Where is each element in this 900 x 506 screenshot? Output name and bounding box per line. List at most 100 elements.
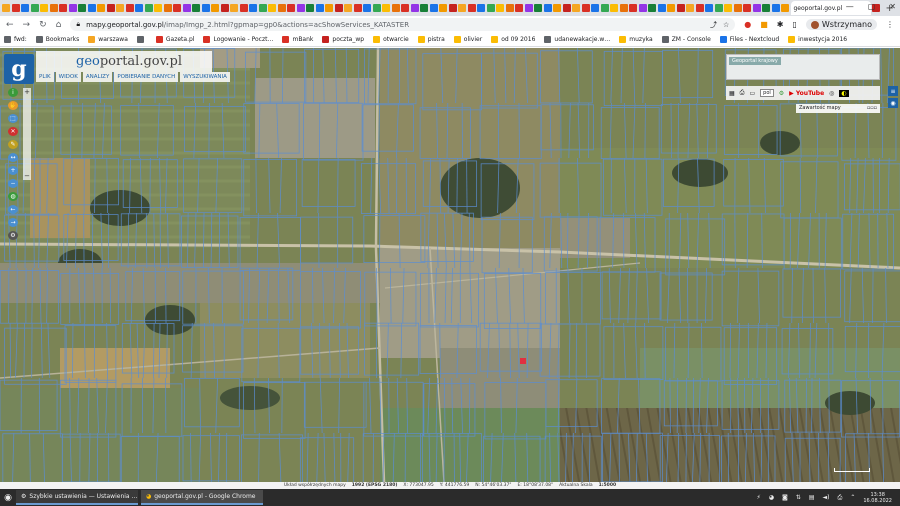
tab-favicon[interactable] (657, 4, 666, 12)
geoportal-logo[interactable]: g (4, 54, 34, 84)
overview-map[interactable]: Geoportal krajowy (726, 54, 880, 80)
panel-controls-icon[interactable]: ▫▫▫ (867, 105, 877, 112)
table-icon[interactable]: ▦ (729, 90, 735, 97)
puzzle-icon[interactable]: ✱ (777, 20, 784, 29)
bookmark-item[interactable]: od 09 2016 (491, 36, 535, 43)
zoom-plus-button[interactable]: + (23, 88, 31, 96)
tab-favicon[interactable] (97, 4, 105, 12)
tab-favicon[interactable] (106, 4, 115, 12)
info-icon[interactable]: i (8, 88, 18, 97)
chrome-tray-icon[interactable]: ◕ (769, 494, 774, 501)
tab-favicon[interactable] (201, 4, 210, 12)
tab-favicon[interactable] (192, 4, 200, 12)
accessibility-icon[interactable]: ◎ (829, 90, 834, 97)
download-icon[interactable]: ▭ (749, 90, 755, 97)
zoom-minus-button[interactable]: − (23, 172, 31, 180)
tab-favicon[interactable] (752, 4, 761, 12)
menu-item[interactable]: WIDOK (55, 72, 81, 82)
tab-favicon[interactable] (11, 4, 20, 12)
bookmark-item[interactable]: muzyka (619, 36, 653, 43)
tab-favicon[interactable] (420, 4, 428, 12)
tab-favicon[interactable] (667, 4, 675, 12)
tab-favicon[interactable] (144, 4, 153, 12)
tab-favicon[interactable] (515, 4, 523, 12)
tab-favicon[interactable] (524, 4, 533, 12)
menu-item[interactable]: PLIK (36, 72, 54, 82)
zoom-in-icon[interactable]: + (8, 166, 18, 175)
tab-favicon[interactable] (78, 4, 86, 12)
tab-favicon[interactable] (572, 4, 580, 12)
measure-icon[interactable]: ↔ (8, 153, 18, 162)
tab-favicon[interactable] (733, 4, 742, 12)
tab-favicon[interactable] (334, 4, 343, 12)
bookmark-item[interactable]: Files - Nextcloud (719, 36, 779, 43)
star-icon[interactable]: ☆ (723, 21, 729, 29)
expand-tray-icon[interactable]: ⌃ (850, 494, 855, 501)
forward-arrow-icon[interactable]: → (8, 218, 18, 227)
tab-favicon[interactable] (467, 4, 476, 12)
tab-favicon[interactable] (68, 4, 77, 12)
tab-favicon[interactable] (743, 4, 751, 12)
tab-favicon[interactable] (553, 4, 561, 12)
bookmark-item[interactable]: Logowanie - Poczt… (203, 36, 273, 43)
bookmark-item[interactable]: mBank (282, 36, 313, 43)
bookmark-item[interactable]: ZM - Console (661, 36, 711, 43)
tab-favicon[interactable] (591, 4, 599, 12)
zoom-slider[interactable]: + − (23, 88, 31, 180)
tab-favicon[interactable] (344, 4, 352, 12)
tab-favicon[interactable] (410, 4, 419, 12)
tab-favicon[interactable] (277, 4, 286, 12)
bookmark-item[interactable]: fwd: (4, 36, 27, 43)
tab-favicon[interactable] (486, 4, 495, 12)
tab-favicon[interactable] (116, 4, 124, 12)
tab-favicon[interactable] (534, 4, 542, 12)
tab-favicon[interactable] (125, 4, 134, 12)
tab-favicon[interactable] (30, 4, 39, 12)
forward-icon[interactable]: → (23, 20, 31, 30)
gear-icon[interactable]: ⚙ (779, 90, 784, 97)
zoom-out-icon[interactable]: − (8, 179, 18, 188)
back-icon[interactable]: ← (6, 20, 14, 30)
start-icon[interactable]: ◉ (0, 489, 16, 506)
bookmark-item[interactable]: warszawa (88, 36, 128, 43)
map-canvas[interactable] (0, 48, 900, 482)
tab-favicon[interactable] (211, 4, 219, 12)
tray-app-icon[interactable]: ⚡ (757, 494, 761, 501)
tab-favicon[interactable] (87, 4, 96, 12)
settings-icon[interactable]: ⚙ (8, 231, 18, 240)
tab-favicon[interactable] (239, 4, 248, 12)
tab-favicon[interactable] (382, 4, 390, 12)
youtube-link[interactable]: ▶ YouTube (789, 90, 824, 97)
tab-favicon[interactable] (353, 4, 362, 12)
close-icon[interactable]: ✕ (889, 2, 896, 11)
clear-icon[interactable]: ✕ (8, 127, 18, 136)
tab-favicon[interactable] (391, 4, 400, 12)
tab-favicon[interactable] (325, 4, 333, 12)
tab-favicon[interactable] (59, 4, 67, 12)
tab-favicon[interactable] (648, 4, 656, 12)
tab-favicon[interactable] (363, 4, 371, 12)
tab-favicon[interactable] (372, 4, 381, 12)
maximize-icon[interactable]: ▢ (868, 2, 876, 11)
minimize-icon[interactable]: — (846, 2, 854, 11)
tab-favicon[interactable] (429, 4, 438, 12)
share-icon[interactable]: ⤴ (710, 20, 717, 30)
tab-favicon[interactable] (714, 4, 723, 12)
eye-icon[interactable]: ◉ (888, 98, 898, 108)
clock[interactable]: 13:38 16.08.2022 (863, 492, 892, 504)
tab-favicon[interactable] (401, 4, 409, 12)
pencil-icon[interactable]: ✎ (8, 140, 18, 149)
tab-favicon[interactable] (771, 4, 780, 12)
network-icon[interactable]: ⇅ (796, 494, 801, 501)
tab-favicon[interactable] (220, 4, 229, 12)
tab-favicon[interactable] (163, 4, 172, 12)
tab-favicon[interactable] (296, 4, 305, 12)
opera-extension-icon[interactable]: ● (744, 20, 751, 29)
tab-favicon[interactable] (610, 4, 618, 12)
bookmark-item[interactable]: olivier (453, 36, 482, 43)
globe-icon[interactable]: ◍ (8, 192, 18, 201)
select-icon[interactable]: ⬚ (8, 114, 18, 123)
tab-favicon[interactable] (287, 4, 295, 12)
clipboard-icon[interactable]: ▤ (809, 494, 815, 501)
url-input[interactable]: 🔒︎ mapy.geoportal.gov.pl/imap/Imgp_2.htm… (70, 18, 736, 31)
